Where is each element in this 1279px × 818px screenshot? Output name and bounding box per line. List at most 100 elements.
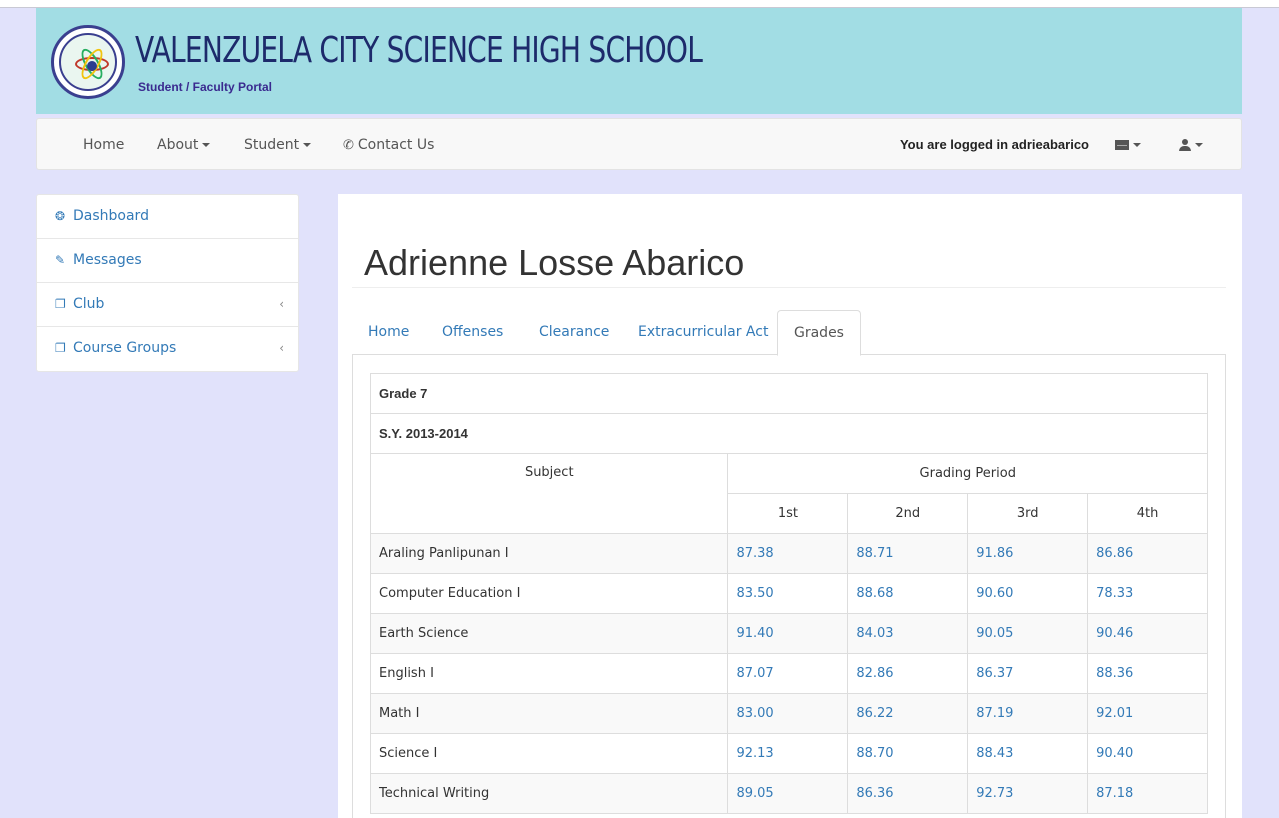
main-panel: Adrienne Losse Abarico Home Offenses Cle… bbox=[338, 194, 1242, 818]
grade-cell[interactable]: 91.86 bbox=[967, 533, 1089, 574]
subject-cell: Math I bbox=[369, 693, 729, 734]
dashboard-icon: ❂ bbox=[55, 209, 66, 223]
grade-level: Grade 7 bbox=[370, 373, 1208, 414]
portal-subtitle: Student / Faculty Portal bbox=[138, 80, 273, 94]
grade-cell[interactable]: 88.70 bbox=[847, 733, 969, 774]
divider bbox=[352, 287, 1226, 288]
grade-cell[interactable]: 92.13 bbox=[727, 733, 849, 774]
grade-cell[interactable]: 90.60 bbox=[967, 573, 1089, 614]
sidebar-item-label: Messages bbox=[73, 252, 142, 268]
grade-cell[interactable]: 84.03 bbox=[847, 613, 969, 654]
top-navbar: Home About Student ✆ Contact Us You are l… bbox=[36, 118, 1242, 170]
sidebar-item-label: Course Groups bbox=[73, 340, 177, 356]
nav-about[interactable]: About bbox=[157, 119, 211, 171]
student-name: Adrienne Losse Abarico bbox=[364, 242, 745, 283]
nav-contact-label: Contact Us bbox=[357, 137, 435, 153]
copy-icon: ❐ bbox=[55, 341, 66, 355]
grade-level-row: Grade 7 bbox=[370, 373, 1208, 414]
logged-in-status: You are logged in adrieabarico bbox=[899, 137, 1089, 152]
sidebar-item-label: Dashboard bbox=[73, 208, 149, 224]
sidebar: ❂ Dashboard ✎ Messages ❐ Club ‹ ❐ Course Gro… bbox=[36, 194, 299, 372]
grade-cell[interactable]: 88.71 bbox=[847, 533, 969, 574]
table-row: Computer Education I 83.50 88.68 90.60 78.33 bbox=[369, 573, 1208, 614]
nav-home-label: Home bbox=[83, 137, 125, 153]
grades-table: Grade 7 S.Y. 2013-2014 Subject Grading P… bbox=[369, 373, 1208, 814]
table-row: Math I 83.00 86.22 87.19 92.01 bbox=[369, 693, 1208, 734]
subject-cell: Science I bbox=[369, 733, 729, 774]
grade-cell[interactable]: 83.00 bbox=[727, 693, 849, 734]
grade-cell[interactable]: 87.38 bbox=[727, 533, 849, 574]
subject-cell: Earth Science bbox=[369, 613, 729, 654]
grade-cell[interactable]: 82.86 bbox=[847, 653, 969, 694]
grade-cell[interactable]: 88.68 bbox=[847, 573, 969, 614]
grade-cell[interactable]: 90.46 bbox=[1087, 613, 1208, 654]
browser-top-edge bbox=[0, 0, 1279, 8]
nav-contact[interactable]: ✆ Contact Us bbox=[343, 119, 434, 171]
nav-about-label: About bbox=[157, 137, 199, 153]
tab-home[interactable]: Home bbox=[352, 310, 425, 355]
chevron-left-icon: ‹ bbox=[279, 297, 284, 311]
subject-header: Subject bbox=[369, 453, 729, 534]
table-row: Technical Writing 89.05 86.36 92.73 87.18 bbox=[369, 773, 1208, 814]
tab-offenses[interactable]: Offenses bbox=[426, 310, 519, 355]
sidebar-item-dashboard[interactable]: ❂ Dashboard bbox=[37, 195, 298, 239]
subject-cell: Technical Writing bbox=[369, 773, 729, 814]
table-row: Earth Science 91.40 84.03 90.05 90.46 bbox=[369, 613, 1208, 654]
nav-student[interactable]: Student bbox=[244, 119, 312, 171]
grade-cell[interactable]: 86.22 bbox=[847, 693, 969, 734]
grade-cell[interactable]: 86.86 bbox=[1087, 533, 1208, 574]
school-logo bbox=[51, 25, 125, 99]
grade-cell[interactable]: 90.05 bbox=[967, 613, 1089, 654]
grade-cell[interactable]: 78.33 bbox=[1087, 573, 1208, 614]
subject-cell: Araling Panlipunan I bbox=[369, 533, 729, 574]
period-3rd-header: 3rd bbox=[967, 493, 1089, 534]
period-2nd-header: 2nd bbox=[847, 493, 969, 534]
grade-cell[interactable]: 88.43 bbox=[967, 733, 1089, 774]
table-row: English I 87.07 82.86 86.37 88.36 bbox=[369, 653, 1208, 694]
grade-cell[interactable]: 87.18 bbox=[1087, 773, 1208, 814]
grade-cell[interactable]: 89.05 bbox=[727, 773, 849, 814]
user-icon bbox=[1179, 138, 1191, 151]
table-row: Araling Panlipunan I 87.38 88.71 91.86 86.86 bbox=[369, 533, 1208, 574]
header-row: Subject Grading Period bbox=[369, 453, 1208, 534]
grade-cell[interactable]: 86.37 bbox=[967, 653, 1089, 694]
period-1st-header: 1st bbox=[727, 493, 849, 534]
grade-cell[interactable]: 92.01 bbox=[1087, 693, 1208, 734]
school-year: S.Y. 2013-2014 bbox=[370, 413, 1208, 454]
grade-cell[interactable]: 86.36 bbox=[847, 773, 969, 814]
grade-cell[interactable]: 90.40 bbox=[1087, 733, 1208, 774]
grading-period-header: Grading Period bbox=[727, 453, 1208, 494]
school-name: VALENZUELA CITY SCIENCE HIGH SCHOOL bbox=[135, 30, 703, 71]
subject-cell: Computer Education I bbox=[369, 573, 729, 614]
chevron-left-icon: ‹ bbox=[279, 341, 284, 355]
grade-cell[interactable]: 87.19 bbox=[967, 693, 1089, 734]
nav-home[interactable]: Home bbox=[83, 119, 124, 171]
caret-down-icon bbox=[1195, 142, 1203, 147]
grade-cell[interactable]: 92.73 bbox=[967, 773, 1089, 814]
caret-down-icon bbox=[1133, 142, 1141, 147]
caret-down-icon bbox=[202, 143, 211, 147]
tab-grades[interactable]: Grades bbox=[777, 310, 861, 356]
grade-cell[interactable]: 88.36 bbox=[1087, 653, 1208, 694]
phone-icon: ✆ bbox=[343, 138, 354, 153]
copy-icon: ❐ bbox=[55, 297, 66, 311]
caret-down-icon bbox=[303, 143, 312, 147]
envelope-icon bbox=[1115, 139, 1129, 150]
site-header: VALENZUELA CITY SCIENCE HIGH SCHOOL Stud… bbox=[36, 8, 1242, 114]
subject-cell: English I bbox=[369, 653, 729, 694]
tab-clearance[interactable]: Clearance bbox=[523, 310, 625, 355]
sidebar-item-messages[interactable]: ✎ Messages bbox=[37, 239, 298, 283]
table-row: Science I 92.13 88.70 88.43 90.40 bbox=[369, 733, 1208, 774]
sidebar-item-label: Club bbox=[73, 296, 105, 312]
tab-extracurricular[interactable]: Extracurricular Act bbox=[622, 310, 784, 355]
grade-cell[interactable]: 87.07 bbox=[727, 653, 849, 694]
messages-dropdown[interactable] bbox=[1115, 119, 1141, 171]
user-dropdown[interactable] bbox=[1179, 119, 1203, 171]
sidebar-item-club[interactable]: ❐ Club ‹ bbox=[37, 283, 298, 327]
edit-icon: ✎ bbox=[55, 253, 66, 267]
period-4th-header: 4th bbox=[1087, 493, 1208, 534]
grade-cell[interactable]: 91.40 bbox=[727, 613, 849, 654]
sidebar-item-course-groups[interactable]: ❐ Course Groups ‹ bbox=[37, 327, 298, 371]
grade-cell[interactable]: 83.50 bbox=[727, 573, 849, 614]
grades-tab-content: Grade 7 S.Y. 2013-2014 Subject Grading P… bbox=[352, 355, 1226, 818]
